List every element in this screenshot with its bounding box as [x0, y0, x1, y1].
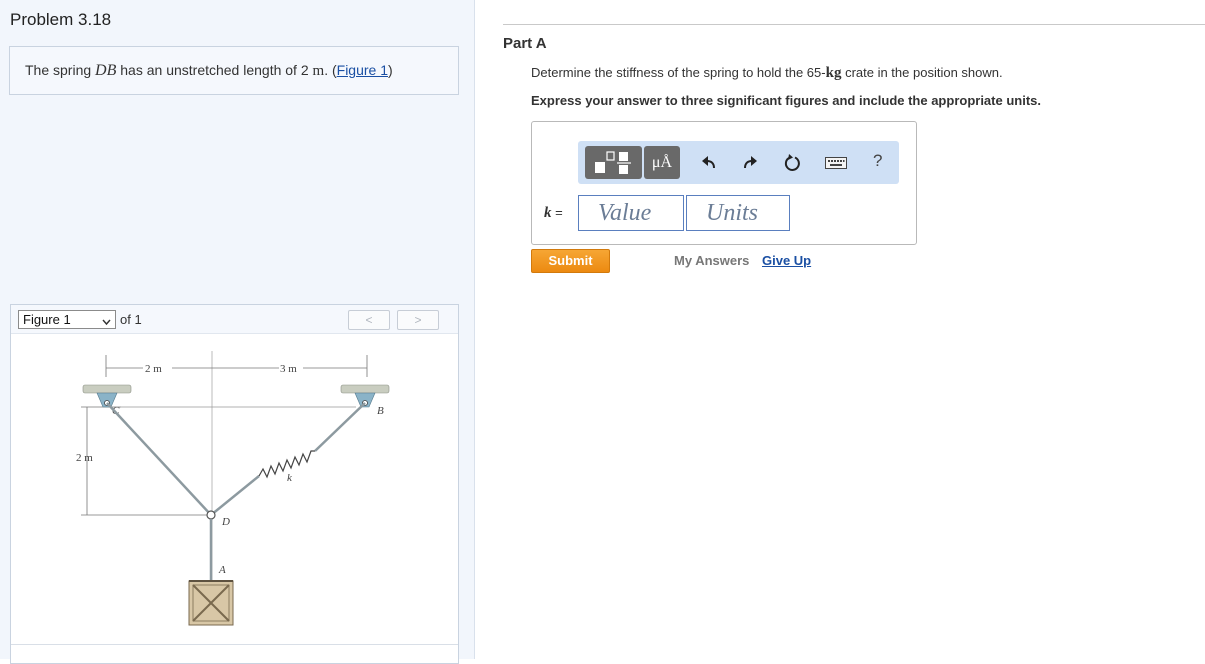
equals-sign: =: [551, 205, 563, 220]
templates-button[interactable]: [585, 146, 642, 179]
question-text: Determine the stiffness of the spring to…: [531, 65, 1003, 82]
chevron-left-icon: <: [365, 313, 373, 327]
left-pane: Problem 3.18 The spring DB has an unstre…: [0, 0, 475, 664]
figure-select[interactable]: Figure 1: [18, 310, 116, 329]
problem-title: Problem 3.18: [10, 10, 112, 29]
dimension-label: 3 m: [280, 363, 297, 375]
figure-link[interactable]: Figure 1: [337, 62, 388, 78]
help-icon: ?: [873, 151, 883, 170]
figure-select-value: Figure 1: [23, 312, 71, 327]
my-answers-link[interactable]: My Answers: [674, 253, 749, 268]
answer-variable: k: [544, 205, 552, 221]
help-button[interactable]: ?: [873, 151, 882, 171]
question-text-part: crate in the position shown.: [841, 65, 1003, 80]
statement-text: ): [388, 62, 393, 78]
answer-box: μÅ ? k = Value Units: [531, 121, 917, 245]
part-title: Part A: [503, 35, 547, 52]
units-button[interactable]: μÅ: [644, 146, 680, 179]
templates-icon: [595, 151, 631, 174]
crate-icon: [188, 580, 234, 626]
length-unit: m: [312, 63, 325, 79]
dimension-label: 2 m: [145, 363, 162, 375]
statement-text: has an unstretched length of 2: [116, 62, 313, 78]
reset-icon: [784, 154, 800, 171]
math-toolbar: μÅ ?: [578, 141, 899, 184]
point-label: D: [221, 516, 230, 528]
right-pane: Part A Determine the stiffness of the sp…: [476, 0, 1205, 659]
give-up-link[interactable]: Give Up: [762, 253, 811, 268]
dimension-label: 2 m: [76, 452, 93, 464]
divider: [503, 24, 1205, 25]
figure-header: Figure 1 of 1 < >: [11, 305, 458, 334]
figure-panel: Figure 1 of 1 < > 2 m 3 m 2 m B k D A: [10, 304, 459, 664]
chevron-down-icon: [102, 314, 111, 329]
figure-count: of 1: [120, 312, 142, 327]
chevron-right-icon: >: [414, 313, 422, 327]
undo-icon: [702, 156, 715, 169]
statement-text: The spring: [25, 62, 96, 78]
redo-button[interactable]: [740, 153, 760, 173]
mass-unit: kg: [825, 65, 842, 81]
units-icon: μÅ: [651, 153, 673, 171]
question-text-part: Determine the stiffness of the spring to…: [531, 65, 826, 80]
next-figure-button[interactable]: >: [397, 310, 439, 330]
point-label: B: [377, 405, 384, 417]
keyboard-icon: [825, 157, 847, 169]
problem-statement: The spring DB has an unstretched length …: [9, 46, 459, 95]
answer-label: k =: [544, 205, 563, 222]
reset-button[interactable]: [783, 153, 803, 173]
figure-diagram: 2 m 3 m 2 m C B: [76, 351, 390, 626]
figure-footer-divider: [11, 644, 458, 645]
undo-button[interactable]: [699, 153, 719, 173]
keyboard-button[interactable]: [824, 153, 848, 173]
statement-text: . (: [324, 62, 337, 78]
point-label: A: [218, 564, 226, 576]
answer-instruction: Express your answer to three significant…: [531, 93, 1041, 108]
value-input[interactable]: [578, 195, 684, 231]
prev-figure-button[interactable]: <: [348, 310, 390, 330]
spring-label: k: [287, 472, 293, 484]
units-input[interactable]: [686, 195, 790, 231]
redo-icon: [744, 156, 757, 169]
submit-button[interactable]: Submit: [531, 249, 610, 273]
spring-variable: DB: [95, 62, 117, 79]
